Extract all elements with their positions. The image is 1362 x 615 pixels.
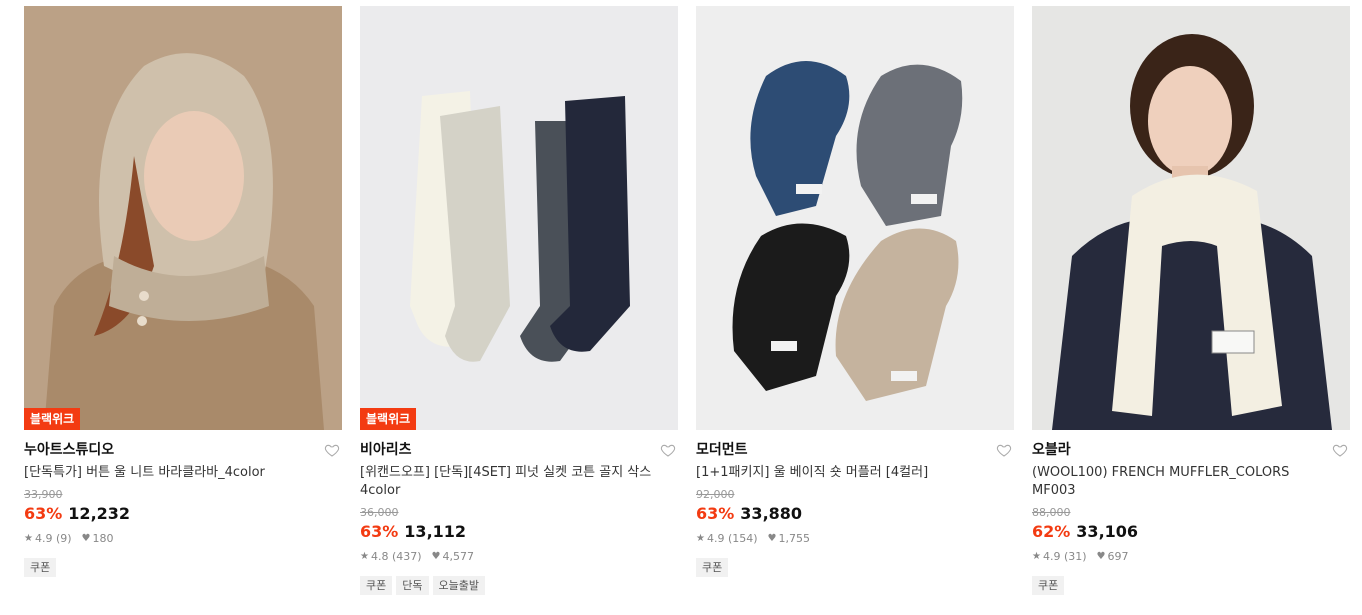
discount-rate: 63% [360,522,399,541]
original-price: 92,000 [696,488,735,501]
product-image[interactable] [1032,6,1350,430]
heart-icon[interactable] [324,442,340,458]
heart-icon[interactable] [1332,442,1348,458]
product-stats: ★ 4.9 (31) ♥ 697 [1032,550,1350,564]
tag: 쿠폰 [696,558,729,577]
rating: 4.9 (31) [1042,550,1087,563]
tag: 쿠폰 [24,558,57,577]
original-price: 88,000 [1032,506,1071,519]
brand-name[interactable]: 오블라 [1032,440,1350,460]
like-count: 1,755 [778,532,811,545]
heart-filled-icon: ♥ [1096,551,1106,562]
product-card[interactable]: 모더먼트 [1+1패키지] 울 베이직 숏 머플러 [4컬러] 92,000 6… [696,6,1014,577]
price-row: 63% 12,232 [24,504,342,524]
heart-filled-icon: ♥ [81,533,91,544]
heart-filled-icon: ♥ [431,551,441,562]
product-image[interactable]: 블랙위크 [24,6,342,430]
product-title[interactable]: [단독특가] 버튼 울 니트 바라클라바_4color [24,464,324,482]
woman-knit-balaclava-photo [24,6,342,430]
product-grid: 블랙위크 누아트스튜디오 [단독특가] 버튼 울 니트 바라클라바_4color… [0,0,1362,615]
like-count: 180 [92,532,114,545]
product-image[interactable] [696,6,1014,430]
heart-icon[interactable] [660,442,676,458]
blackweek-badge: 블랙위크 [360,408,417,430]
tag: 쿠폰 [1032,576,1065,595]
woman-white-muffler-photo [1032,6,1350,430]
product-title[interactable]: [위캔드오프] [단독][4SET] 피넛 실켓 코튼 골지 삭스 4color [360,464,660,500]
rating: 4.9 (154) [706,532,758,545]
tag: 단독 [396,576,429,595]
star-icon: ★ [24,533,33,544]
original-price: 36,000 [360,506,399,519]
product-title[interactable]: [1+1패키지] 울 베이직 숏 머플러 [4컬러] [696,464,996,482]
discount-rate: 63% [24,504,63,523]
tag: 쿠폰 [360,576,393,595]
brand-name[interactable]: 비아리츠 [360,440,678,460]
sale-price: 33,880 [740,504,803,523]
sale-price: 13,112 [404,522,467,541]
ribbed-socks-photo [360,6,678,430]
product-card[interactable]: 블랙위크 누아트스튜디오 [단독특가] 버튼 울 니트 바라클라바_4color… [24,6,342,577]
heart-filled-icon: ♥ [767,533,777,544]
star-icon: ★ [1032,551,1041,562]
discount-rate: 63% [696,504,735,523]
heart-icon[interactable] [996,442,1012,458]
brand-name[interactable]: 누아트스튜디오 [24,440,342,460]
product-card[interactable]: 블랙위크 비아리츠 [위캔드오프] [단독][4SET] 피넛 실켓 코튼 골지… [360,6,678,595]
product-image[interactable]: 블랙위크 [360,6,678,430]
tag: 오늘출발 [432,576,485,595]
brand-name[interactable]: 모더먼트 [696,440,1014,460]
tag-list: 쿠폰 [1032,576,1350,595]
tag-list: 쿠폰 [696,558,1014,577]
price-row: 63% 33,880 [696,504,1014,524]
rating: 4.8 (437) [370,550,422,563]
tag-list: 쿠폰 단독 오늘출발 [360,576,678,595]
product-title[interactable]: (WOOL100) FRENCH MUFFLER_COLORS MF003 [1032,464,1332,500]
sale-price: 12,232 [68,504,131,523]
price-row: 63% 13,112 [360,522,678,542]
like-count: 697 [1107,550,1129,563]
short-mufflers-photo [696,6,1014,430]
star-icon: ★ [360,551,369,562]
blackweek-badge: 블랙위크 [24,408,81,430]
tag-list: 쿠폰 [24,558,342,577]
product-stats: ★ 4.8 (437) ♥ 4,577 [360,550,678,564]
rating: 4.9 (9) [34,532,72,545]
price-row: 62% 33,106 [1032,522,1350,542]
star-icon: ★ [696,533,705,544]
original-price: 33,900 [24,488,63,501]
product-stats: ★ 4.9 (154) ♥ 1,755 [696,532,1014,546]
like-count: 4,577 [442,550,475,563]
product-stats: ★ 4.9 (9) ♥ 180 [24,532,342,546]
sale-price: 33,106 [1076,522,1139,541]
product-card[interactable]: 오블라 (WOOL100) FRENCH MUFFLER_COLORS MF00… [1032,6,1350,595]
discount-rate: 62% [1032,522,1071,541]
